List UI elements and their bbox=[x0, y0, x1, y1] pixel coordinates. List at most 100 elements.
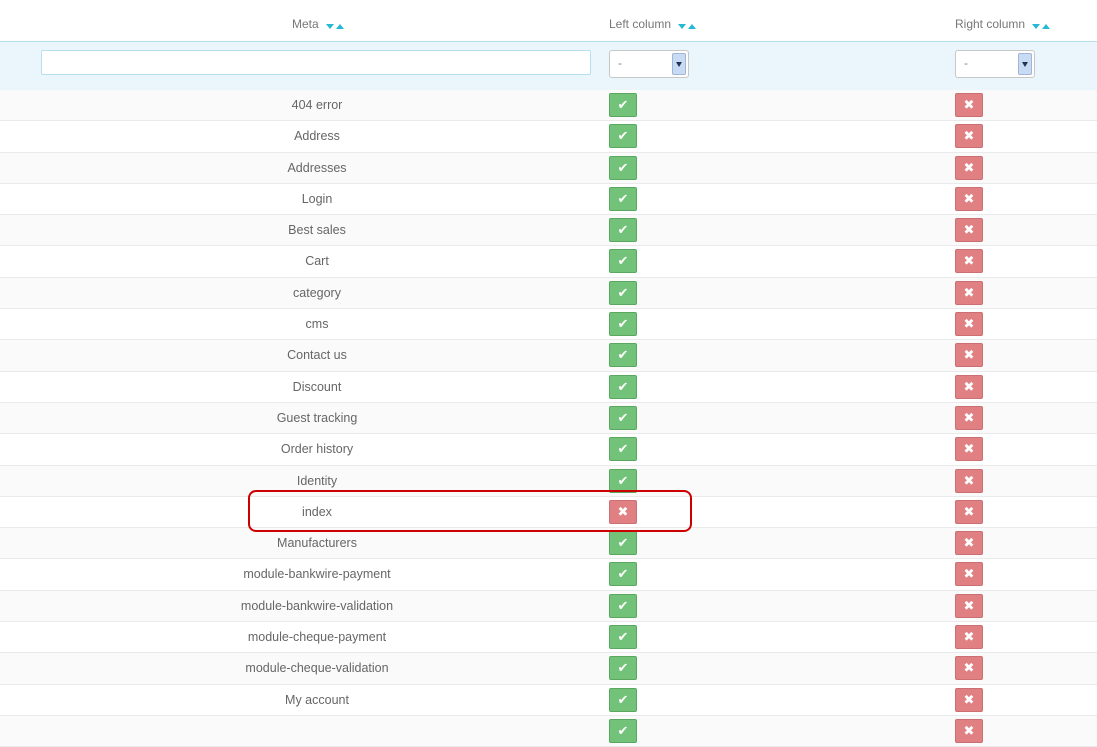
left-column-toggle-check-button[interactable]: ✔ bbox=[609, 249, 637, 274]
left-column-toggle-check-button[interactable]: ✔ bbox=[609, 93, 637, 117]
right-column-toggle-cross-button[interactable]: ✖ bbox=[955, 312, 983, 337]
right-column-filter-select[interactable]: - bbox=[955, 50, 1035, 78]
table-row: Discount ✔ ✖ bbox=[0, 371, 1097, 403]
left-column-toggle-check-button[interactable]: ✔ bbox=[609, 718, 637, 743]
right-column-header[interactable]: Right column bbox=[955, 17, 1052, 32]
right-column-toggle-cross-button[interactable]: ✖ bbox=[955, 124, 983, 149]
close-icon: ✖ bbox=[963, 503, 975, 519]
check-icon: ✔ bbox=[617, 660, 629, 676]
left-column-toggle-check-button[interactable]: ✔ bbox=[609, 186, 637, 211]
right-sort-icons[interactable] bbox=[1032, 18, 1052, 32]
meta-cell: Login bbox=[301, 191, 333, 206]
check-icon: ✔ bbox=[617, 409, 629, 425]
meta-cell: Cart bbox=[305, 254, 329, 269]
sort-desc-icon[interactable] bbox=[326, 23, 335, 29]
left-column-toggle-check-button[interactable]: ✔ bbox=[609, 343, 637, 368]
check-icon: ✔ bbox=[617, 566, 629, 582]
right-column-toggle-cross-button[interactable]: ✖ bbox=[955, 468, 983, 493]
sort-asc-icon[interactable] bbox=[336, 23, 345, 29]
left-column-toggle-check-button[interactable]: ✔ bbox=[609, 280, 637, 305]
close-icon: ✖ bbox=[963, 222, 975, 238]
right-header-label: Right column bbox=[955, 17, 1026, 31]
right-column-toggle-cross-button[interactable]: ✖ bbox=[955, 93, 983, 117]
table-row: module-cheque-payment ✔ ✖ bbox=[0, 622, 1097, 654]
left-column-toggle-check-button[interactable]: ✔ bbox=[609, 562, 637, 587]
check-icon: ✔ bbox=[617, 222, 629, 238]
sort-asc-icon[interactable] bbox=[688, 23, 697, 29]
right-column-toggle-cross-button[interactable]: ✖ bbox=[955, 687, 983, 712]
right-column-toggle-cross-button[interactable]: ✖ bbox=[955, 405, 983, 430]
right-column-toggle-cross-button[interactable]: ✖ bbox=[955, 249, 983, 274]
close-icon: ✖ bbox=[963, 378, 975, 394]
meta-cell: Manufacturers bbox=[277, 536, 357, 551]
sort-desc-icon[interactable] bbox=[1032, 23, 1041, 29]
right-column-toggle-cross-button[interactable]: ✖ bbox=[955, 186, 983, 211]
meta-sort-icons[interactable] bbox=[326, 18, 346, 32]
left-column-header[interactable]: Left column bbox=[609, 17, 698, 32]
meta-cell: Discount bbox=[292, 379, 342, 394]
check-icon: ✔ bbox=[617, 253, 629, 269]
table-row: Order history ✔ ✖ bbox=[0, 434, 1097, 466]
left-column-toggle-check-button[interactable]: ✔ bbox=[609, 531, 637, 556]
right-column-toggle-cross-button[interactable]: ✖ bbox=[955, 531, 983, 556]
right-column-toggle-cross-button[interactable]: ✖ bbox=[955, 656, 983, 681]
sort-asc-icon[interactable] bbox=[1042, 23, 1051, 29]
left-column-toggle-check-button[interactable]: ✔ bbox=[609, 374, 637, 399]
right-column-toggle-cross-button[interactable]: ✖ bbox=[955, 374, 983, 399]
meta-cell: module-bankwire-payment bbox=[243, 567, 391, 582]
right-column-toggle-cross-button[interactable]: ✖ bbox=[955, 155, 983, 180]
check-icon: ✔ bbox=[617, 97, 629, 112]
meta-column-header[interactable]: Meta bbox=[292, 17, 346, 32]
right-column-toggle-cross-button[interactable]: ✖ bbox=[955, 625, 983, 650]
check-icon: ✔ bbox=[617, 472, 629, 488]
left-column-toggle-check-button[interactable]: ✔ bbox=[609, 218, 637, 243]
close-icon: ✖ bbox=[963, 347, 975, 363]
chevron-down-icon[interactable] bbox=[1018, 53, 1032, 75]
meta-cell: My account bbox=[285, 692, 349, 707]
left-column-toggle-check-button[interactable]: ✔ bbox=[609, 155, 637, 180]
meta-cell: module-bankwire-validation bbox=[240, 598, 394, 613]
left-column-filter-select[interactable]: - bbox=[609, 50, 689, 78]
check-icon: ✔ bbox=[617, 535, 629, 551]
left-column-toggle-check-button[interactable]: ✔ bbox=[609, 593, 637, 618]
left-sort-icons[interactable] bbox=[678, 18, 698, 32]
close-icon: ✖ bbox=[963, 472, 975, 488]
meta-cell: 404 error bbox=[291, 98, 343, 112]
close-icon: ✖ bbox=[963, 284, 975, 300]
right-column-toggle-cross-button[interactable]: ✖ bbox=[955, 562, 983, 587]
left-column-toggle-check-button[interactable]: ✔ bbox=[609, 656, 637, 681]
meta-filter-input[interactable] bbox=[41, 50, 591, 75]
check-icon: ✔ bbox=[617, 347, 629, 363]
close-icon: ✖ bbox=[963, 566, 975, 582]
table-header: Meta Left column Right column bbox=[0, 0, 1097, 41]
right-column-toggle-cross-button[interactable]: ✖ bbox=[955, 343, 983, 368]
right-column-toggle-cross-button[interactable]: ✖ bbox=[955, 218, 983, 243]
left-column-toggle-check-button[interactable]: ✔ bbox=[609, 124, 637, 149]
sort-desc-icon[interactable] bbox=[678, 23, 687, 29]
close-icon: ✖ bbox=[963, 97, 975, 112]
highlight-annotation bbox=[248, 490, 692, 532]
right-column-toggle-cross-button[interactable]: ✖ bbox=[955, 280, 983, 305]
check-icon: ✔ bbox=[617, 128, 629, 144]
close-icon: ✖ bbox=[963, 722, 975, 738]
left-column-toggle-check-button[interactable]: ✔ bbox=[609, 312, 637, 337]
left-column-toggle-check-button[interactable]: ✔ bbox=[609, 437, 637, 462]
left-column-toggle-check-button[interactable]: ✔ bbox=[609, 405, 637, 430]
left-column-toggle-check-button[interactable]: ✔ bbox=[609, 625, 637, 650]
table-row: Cart ✔ ✖ bbox=[0, 246, 1097, 278]
left-column-toggle-check-button[interactable]: ✔ bbox=[609, 468, 637, 493]
right-column-toggle-cross-button[interactable]: ✖ bbox=[955, 437, 983, 462]
right-column-toggle-cross-button[interactable]: ✖ bbox=[955, 593, 983, 618]
right-column-toggle-cross-button[interactable]: ✖ bbox=[955, 718, 983, 743]
right-column-toggle-cross-button[interactable]: ✖ bbox=[955, 499, 983, 524]
chevron-down-icon[interactable] bbox=[672, 53, 686, 75]
left-column-toggle-check-button[interactable]: ✔ bbox=[609, 687, 637, 712]
check-icon: ✔ bbox=[617, 629, 629, 645]
right-select-value: - bbox=[964, 56, 968, 70]
table-row: Best sales ✔ ✖ bbox=[0, 215, 1097, 247]
meta-cell: Addresses bbox=[287, 160, 347, 175]
meta-cell: Best sales bbox=[288, 223, 346, 238]
check-icon: ✔ bbox=[617, 190, 629, 206]
table-row: My account ✔ ✖ bbox=[0, 684, 1097, 716]
check-icon: ✔ bbox=[617, 159, 629, 175]
